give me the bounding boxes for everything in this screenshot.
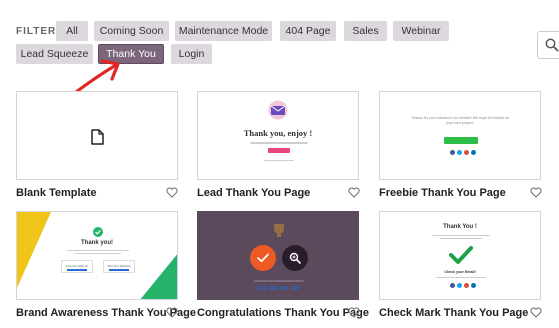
heart-icon[interactable] <box>166 307 178 318</box>
template-card-brand-awareness[interactable]: Thank you! Connect With Us Visit Our Web… <box>16 211 178 300</box>
preview-button <box>268 148 290 153</box>
envelope-icon <box>268 100 288 120</box>
heart-icon[interactable] <box>348 187 360 198</box>
heart-icon[interactable] <box>166 187 178 198</box>
heart-icon[interactable] <box>530 187 542 198</box>
template-title[interactable]: Check Mark Thank You Page <box>379 307 528 319</box>
template-card-freebie-thank-you[interactable]: Thanks for your interest in our freebie!… <box>379 91 541 180</box>
filter-webinar[interactable]: Webinar <box>393 21 449 41</box>
document-icon <box>91 129 104 145</box>
filter-all[interactable]: All <box>56 21 88 41</box>
template-title[interactable]: Congratulations Thank You Page <box>197 307 369 319</box>
filter-sales[interactable]: Sales <box>344 21 387 41</box>
check-icon <box>93 227 103 237</box>
heart-icon[interactable] <box>348 307 360 318</box>
zoom-icon <box>289 252 301 264</box>
template-card-check-mark[interactable]: Thank You ! Check your Email! <box>379 211 541 300</box>
filter-label: FILTER: <box>16 26 61 37</box>
check-icon <box>257 253 269 263</box>
template-card-blank[interactable] <box>16 91 178 180</box>
preview-subheading: Check your Email! <box>444 270 476 274</box>
preview-heading: Thank you! <box>80 240 113 246</box>
template-card-lead-thank-you[interactable]: Thank you, enjoy ! <box>197 91 359 180</box>
filter-maintenance-mode[interactable]: Maintenance Mode <box>175 21 272 41</box>
search-button[interactable] <box>537 31 559 59</box>
heart-icon[interactable] <box>530 307 542 318</box>
template-card-congratulations[interactable] <box>197 211 359 300</box>
preview-connect-box: Connect With Us <box>61 260 93 273</box>
preview-text: Thanks for your interest in our freebie!… <box>410 116 510 125</box>
large-check-icon <box>449 246 473 264</box>
preview-heading: Thank You ! <box>443 224 477 230</box>
preview-button <box>444 137 478 144</box>
filter-404-page[interactable]: 404 Page <box>280 21 336 41</box>
filter-coming-soon[interactable]: Coming Soon <box>94 21 169 41</box>
template-title[interactable]: Freebie Thank You Page <box>379 187 506 199</box>
template-title[interactable]: Lead Thank You Page <box>197 187 310 199</box>
filter-login[interactable]: Login <box>171 44 212 64</box>
template-title[interactable]: Blank Template <box>16 187 97 199</box>
preview-background <box>17 212 177 299</box>
preview-template-button[interactable] <box>282 245 308 271</box>
select-template-button[interactable] <box>250 245 276 271</box>
preview-heading: Thank you, enjoy ! <box>243 128 313 138</box>
preview-visit-box: Visit Our Website <box>103 260 135 273</box>
search-icon <box>545 38 559 52</box>
trophy-icon <box>274 224 284 237</box>
